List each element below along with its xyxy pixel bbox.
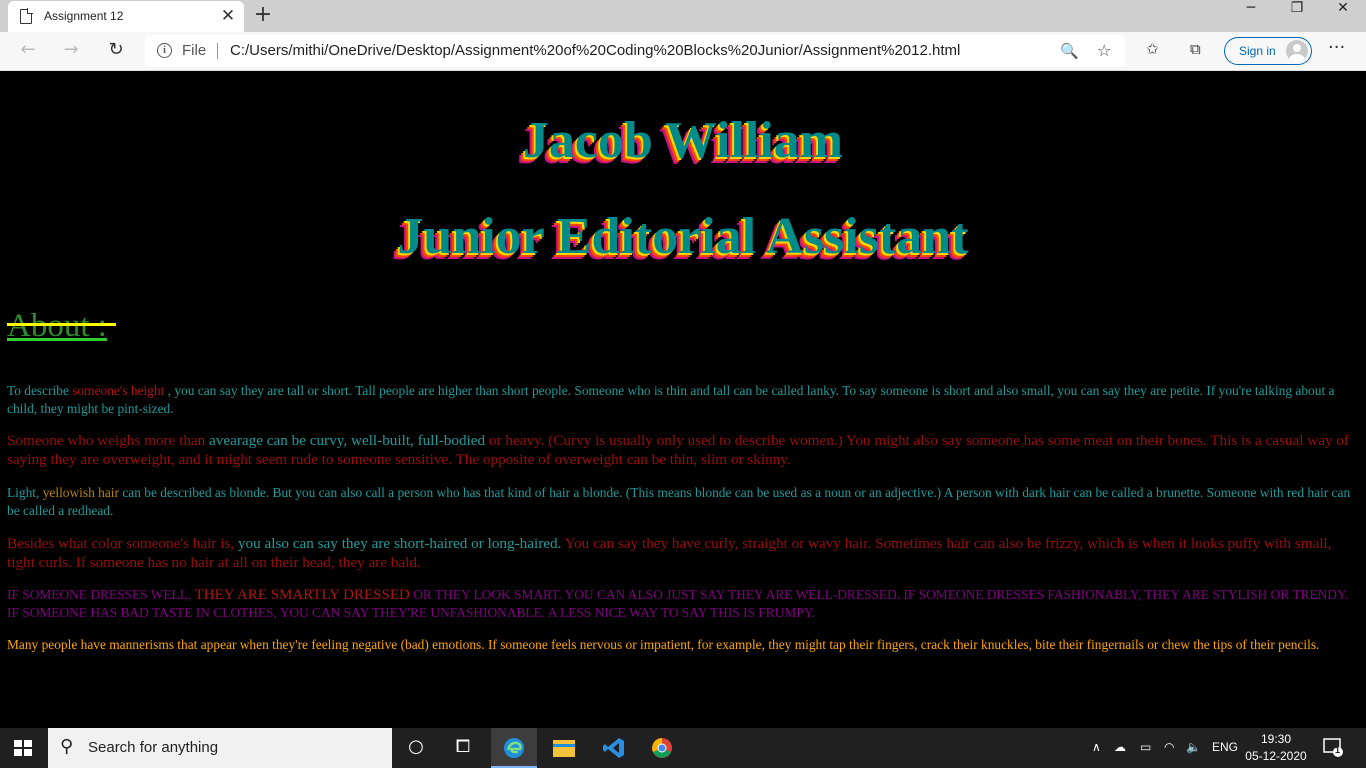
about-strike-line (7, 323, 116, 326)
paragraph-hair-style: Besides what color someone's hair is, yo… (7, 535, 1332, 571)
about-heading: About : (7, 308, 107, 344)
new-tab-button[interactable]: + (252, 3, 274, 27)
restore-button[interactable]: ❐ (1274, 0, 1320, 30)
page-content: Jacob William Junior Editorial Assistant… (0, 71, 1366, 728)
paragraph-weight: Someone who weighs more than avearage ca… (7, 432, 1349, 468)
highlight: you also can say they are short-haired o… (237, 535, 562, 552)
tab-strip: Assignment 12 ✕ + ─ ❐ ✕ (0, 0, 1366, 32)
highlight: someone's height (72, 383, 165, 398)
chrome-icon[interactable] (639, 728, 685, 768)
name-heading: Jacob William (522, 112, 844, 169)
sign-in-label: Sign in (1239, 44, 1276, 58)
browser-tab[interactable]: Assignment 12 ✕ (8, 1, 244, 32)
close-window-button[interactable]: ✕ (1320, 0, 1366, 30)
task-view-icon[interactable]: ⧠ (440, 732, 486, 766)
battery-icon[interactable]: ▭ (1140, 740, 1151, 754)
system-clock[interactable]: 19:30 05-12-2020 (1244, 731, 1308, 765)
show-hidden-icons-chevron[interactable]: ∧ (1092, 740, 1101, 754)
cortana-icon[interactable]: ○ (393, 732, 439, 766)
volume-icon[interactable]: 🔈 (1186, 740, 1201, 754)
highlight: avearage can be curvy, well-built, full-… (209, 432, 486, 449)
zoom-out-icon[interactable]: 🔍 (1060, 42, 1079, 60)
paragraph-hair-color: Light, yellowish hair can be described a… (7, 485, 1351, 518)
minimize-button[interactable]: ─ (1228, 0, 1274, 30)
clock-date: 05-12-2020 (1245, 749, 1307, 763)
role-heading: Junior Editorial Assistant (397, 208, 969, 265)
taskbar: ⚲ Search for anything ○ ⧠ ∧ ☁ ▭ ◠ 🔈 ENG … (0, 728, 1366, 768)
search-placeholder: Search for anything (88, 739, 219, 756)
info-icon[interactable]: i (157, 43, 172, 58)
notification-count: 1 (1335, 745, 1341, 755)
windows-start-icon[interactable] (14, 740, 32, 756)
favorites-icon[interactable]: ✩ (1146, 40, 1159, 58)
taskbar-search-box[interactable]: ⚲ Search for anything (48, 728, 392, 768)
scheme-label: File (182, 42, 207, 59)
forward-button[interactable]: → (58, 39, 84, 63)
paragraph-dress: IF SOMEONE DRESSES WELL, THEY ARE SMARTL… (7, 587, 1349, 620)
url-text[interactable]: C:/Users/mithi/OneDrive/Desktop/Assignme… (230, 42, 960, 59)
file-explorer-icon[interactable] (541, 728, 587, 768)
settings-more-icon[interactable]: ··· (1328, 37, 1345, 58)
browser-toolbar: ← → ↻ i File C:/Users/mithi/OneDrive/Des… (0, 32, 1366, 71)
clock-time: 19:30 (1260, 732, 1292, 746)
back-button[interactable]: ← (15, 39, 41, 63)
address-separator (217, 43, 218, 59)
refresh-button[interactable]: ↻ (103, 39, 129, 63)
page-icon (20, 8, 33, 24)
paragraph-mannerisms: Many people have mannerisms that appear … (7, 637, 1320, 652)
wifi-icon[interactable]: ◠ (1164, 740, 1174, 754)
address-bar[interactable]: i File C:/Users/mithi/OneDrive/Desktop/A… (145, 35, 1125, 67)
search-icon: ⚲ (60, 736, 74, 757)
add-favorite-star-icon[interactable]: ☆ (1097, 41, 1111, 60)
onedrive-icon[interactable]: ☁ (1114, 740, 1126, 754)
notification-center-icon[interactable]: 1 (1322, 736, 1344, 758)
language-indicator[interactable]: ENG (1212, 740, 1238, 754)
collections-icon[interactable]: ⧉ (1190, 40, 1201, 58)
highlight: THEY ARE SMARTLY DRESSED (194, 587, 410, 603)
edge-app-icon[interactable] (491, 728, 537, 768)
highlight: yellowish hair (42, 485, 119, 500)
tab-close-button[interactable]: ✕ (218, 6, 238, 26)
vscode-icon[interactable] (591, 728, 637, 768)
paragraph-height: To describe someone's height , you can s… (7, 383, 1335, 416)
sign-in-button[interactable]: Sign in (1224, 37, 1312, 65)
avatar (1286, 40, 1308, 62)
tab-title: Assignment 12 (44, 9, 124, 23)
